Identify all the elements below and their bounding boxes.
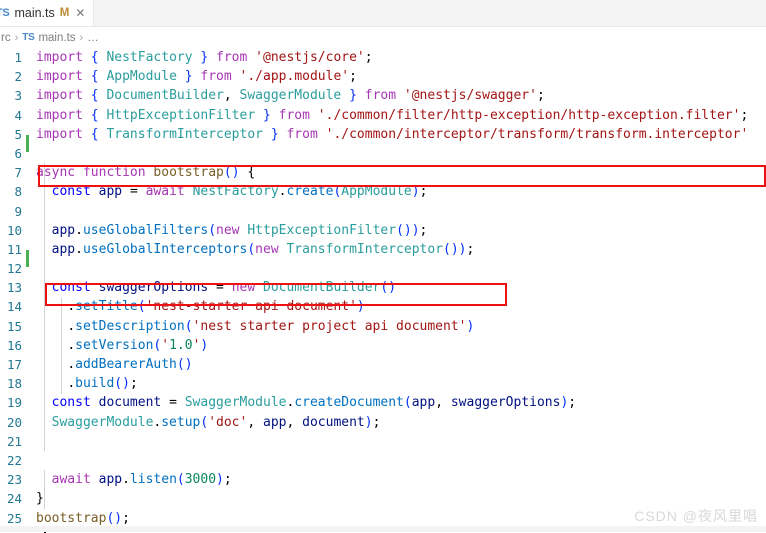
code-text: const swaggerOptions = new DocumentBuild… — [51, 280, 397, 296]
line-number: 4 — [14, 107, 22, 123]
code-text: import { TransformInterceptor } from './… — [36, 126, 749, 142]
breadcrumb: rc › TS main.ts › … — [0, 27, 766, 48]
code-line: 7 async function bootstrap() { — [0, 163, 766, 182]
line-number: 13 — [6, 280, 22, 296]
code-text: .build(); — [67, 376, 138, 392]
code-text: const document = SwaggerModule.createDoc… — [51, 395, 577, 411]
code-text: .setDescription('nest starter project ap… — [67, 318, 475, 334]
code-text: app.useGlobalFilters(new HttpExceptionFi… — [51, 222, 428, 238]
indent-guide — [44, 163, 45, 452]
code-line: 1 import { NestFactory } from '@nestjs/c… — [0, 48, 766, 67]
code-line: 10 app.useGlobalFilters(new HttpExceptio… — [0, 221, 766, 240]
code-line: 8 const app = await NestFactory.create(A… — [0, 182, 766, 201]
indent-guide — [44, 470, 45, 509]
line-number: 21 — [6, 433, 22, 449]
breadcrumb-symbols[interactable]: … — [87, 32, 99, 44]
line-number: 14 — [6, 299, 22, 315]
code-line: 9 — [0, 202, 766, 221]
line-number: 6 — [14, 145, 22, 161]
code-line: 18 .build(); — [0, 374, 766, 393]
code-editor[interactable]: 1 import { NestFactory } from '@nestjs/c… — [0, 48, 766, 533]
code-text: import { DocumentBuilder, SwaggerModule … — [36, 88, 545, 104]
code-line: 14 .setTitle('nest-starter api document'… — [0, 297, 766, 316]
line-number: 10 — [6, 222, 22, 238]
line-number: 18 — [6, 376, 22, 392]
typescript-file-icon: TS — [22, 32, 35, 43]
typescript-file-icon: TS — [0, 7, 10, 19]
chevron-right-icon: › — [14, 31, 19, 44]
breadcrumb-file[interactable]: main.ts — [38, 32, 75, 44]
code-line: 5 import { TransformInterceptor } from '… — [0, 125, 766, 153]
line-number: 16 — [6, 337, 22, 353]
line-number: 23 — [6, 472, 22, 488]
code-line: 11 app.useGlobalInterceptors(new Transfo… — [0, 240, 766, 268]
code-line: 16 .setVersion('1.0') — [0, 336, 766, 355]
line-number: 11 — [6, 241, 22, 257]
line-number: 20 — [6, 414, 22, 430]
code-line: 23 await app.listen(3000); — [0, 470, 766, 489]
code-text: app.useGlobalInterceptors(new TransformI… — [51, 241, 475, 257]
watermark: CSDN @夜风里唱 — [634, 508, 758, 524]
line-number: 22 — [6, 452, 22, 468]
breadcrumb-folder[interactable]: rc — [1, 32, 11, 44]
code-line: 6 — [0, 144, 766, 163]
line-number: 15 — [6, 318, 22, 334]
code-text: import { NestFactory } from '@nestjs/cor… — [36, 50, 373, 65]
chevron-right-icon: › — [79, 31, 84, 44]
editor-tab-bar: TS main.ts M ✕ — [0, 0, 766, 27]
line-number: 5 — [14, 126, 22, 142]
code-line: 3 import { DocumentBuilder, SwaggerModul… — [0, 86, 766, 105]
line-number: 1 — [14, 50, 22, 65]
code-text: import { HttpExceptionFilter } from './c… — [36, 107, 749, 123]
line-number: 24 — [6, 491, 22, 507]
line-number: 12 — [6, 261, 22, 277]
modified-badge: M — [59, 7, 70, 19]
code-line: 15 .setDescription('nest starter project… — [0, 317, 766, 336]
code-text: const app = await NestFactory.create(App… — [51, 184, 428, 200]
code-text: SwaggerModule.setup('doc', app, document… — [51, 414, 381, 430]
code-text: .setVersion('1.0') — [67, 337, 209, 353]
tab-bar-empty-area — [94, 0, 766, 26]
bottom-bar — [0, 526, 766, 532]
tab-label: main.ts — [14, 6, 55, 20]
line-number: 25 — [6, 510, 22, 526]
code-line: 22 — [0, 451, 766, 470]
code-line: 13 const swaggerOptions = new DocumentBu… — [0, 278, 766, 297]
code-text: .addBearerAuth() — [67, 357, 193, 372]
code-line: 19 const document = SwaggerModule.create… — [0, 393, 766, 412]
code-line: 17 .addBearerAuth() — [0, 355, 766, 374]
line-number: 9 — [14, 203, 22, 219]
line-number: 3 — [14, 88, 22, 104]
code-line: 20 SwaggerModule.setup('doc', app, docum… — [0, 413, 766, 432]
code-line: 12 — [0, 259, 766, 278]
line-number: 7 — [14, 165, 22, 181]
code-text: async function bootstrap() { — [36, 165, 256, 181]
indent-guide — [61, 297, 62, 394]
line-number: 19 — [6, 395, 22, 411]
close-icon[interactable]: ✕ — [74, 7, 86, 19]
code-text: import { AppModule } from './app.module'… — [36, 69, 357, 85]
code-line: 2 import { AppModule } from './app.modul… — [0, 67, 766, 86]
code-lines: 1 import { NestFactory } from '@nestjs/c… — [0, 48, 766, 533]
line-number: 8 — [14, 184, 22, 200]
code-text: .setTitle('nest-starter api document') — [67, 299, 365, 315]
code-line: 21 — [0, 432, 766, 451]
tab-main-ts[interactable]: TS main.ts M ✕ — [0, 0, 95, 26]
line-number: 2 — [14, 69, 22, 85]
code-text: await app.listen(3000); — [51, 472, 232, 488]
code-line: 4 import { HttpExceptionFilter } from '.… — [0, 106, 766, 125]
line-number: 17 — [6, 357, 22, 372]
